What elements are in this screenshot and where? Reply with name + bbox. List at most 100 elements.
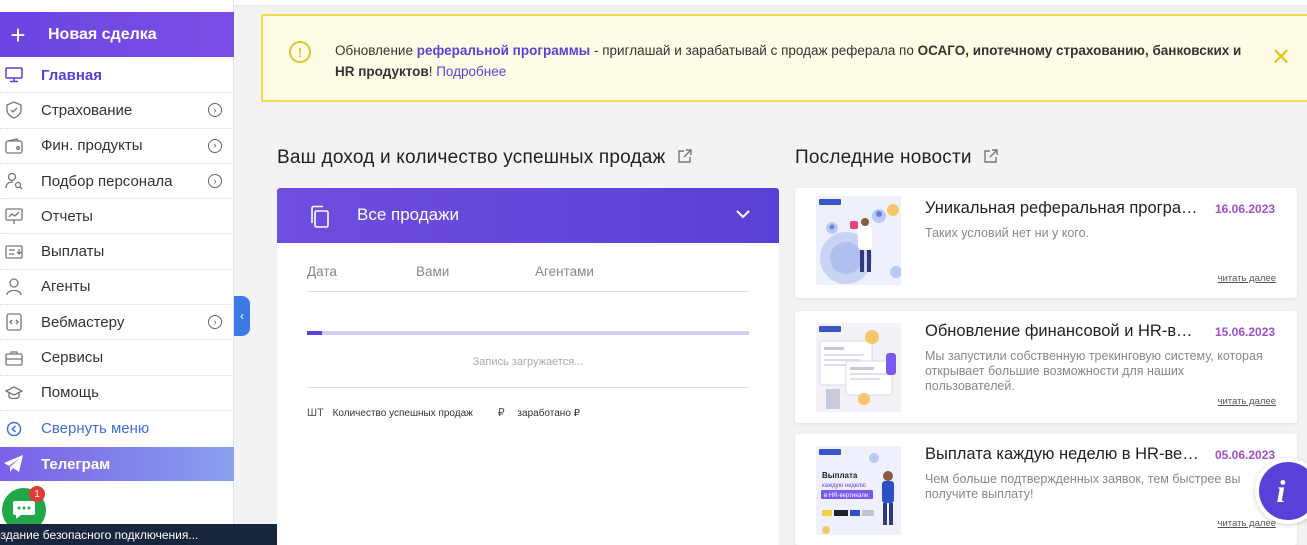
legend-currency: ₽ (497, 407, 505, 419)
chevron-right-icon: › (208, 138, 222, 153)
legend-unit: ШТ (307, 407, 324, 419)
sidebar-item-label: Помощь (41, 384, 99, 402)
plus-icon: + (10, 19, 26, 50)
monitor-icon (2, 65, 26, 85)
sidebar-item-collapse-menu[interactable]: Свернуть меню (0, 411, 234, 446)
news-description: Таких условий нет ни у кого. (925, 226, 1090, 240)
sidebar-item-label: Страхование (41, 101, 133, 119)
legend-earned-label: заработано ₽ (517, 408, 581, 419)
read-more-link[interactable]: читать далее (1218, 518, 1276, 529)
news-date: 15.06.2023 (1215, 325, 1276, 339)
status-text: оздание безопасного подключения... (0, 527, 199, 542)
code-window-icon (2, 312, 26, 332)
read-more-link[interactable]: читать далее (1218, 396, 1276, 407)
sales-table-header: Дата Вами Агентами (307, 264, 749, 292)
sidebar-item-help[interactable]: Помощь (0, 376, 234, 411)
sidebar-item-label: Подбор персонала (41, 172, 173, 190)
user-search-icon (2, 171, 26, 191)
sidebar-item-agents[interactable]: Агенты (0, 270, 234, 306)
invoice-icon (2, 242, 26, 262)
sidebar-item-label: Главная (41, 66, 103, 84)
telegram-button[interactable]: Телеграм (0, 447, 234, 481)
divider (307, 387, 749, 388)
sidebar-item-main[interactable]: Главная (0, 58, 234, 94)
news-section-title: Последние новости (795, 147, 999, 170)
telegram-icon (2, 455, 26, 473)
sidebar-item-services[interactable]: Сервисы (0, 340, 234, 376)
sidebar-item-label: Сервисы (41, 349, 104, 367)
chat-unread-badge: 1 (29, 486, 45, 502)
referral-banner: ! Обновление реферальной программы - при… (261, 14, 1307, 102)
alert-circle-icon: ! (289, 41, 311, 63)
briefcase-icon (2, 348, 26, 368)
sidebar-item-payouts[interactable]: Выплаты (0, 234, 234, 270)
news-title[interactable]: Выплата каждую неделю в HR-вертикали (925, 445, 1200, 464)
chevron-right-icon: › (208, 315, 222, 330)
new-deal-button[interactable]: + Новая сделка (0, 12, 234, 57)
news-thumbnail (816, 196, 901, 285)
external-link-icon[interactable] (983, 148, 999, 170)
sidebar-item-recruitment[interactable]: Подбор персонала › (0, 164, 234, 200)
sidebar-item-webmaster[interactable]: Вебмастеру › (0, 305, 234, 341)
sidebar-item-fin-products[interactable]: Фин. продукты › (0, 129, 234, 164)
income-title-text: Ваш доход и количество успешных продаж (277, 147, 666, 168)
news-thumbnail (816, 323, 901, 412)
sidebar-menu: Главная Страхование › Фин. продукты › По… (0, 58, 234, 446)
sales-filter-dropdown[interactable]: Все продажи (277, 188, 779, 243)
thumb-text: каждую неделю (822, 483, 866, 489)
news-title[interactable]: Обновление финансовой и HR-вертикали (925, 322, 1200, 341)
chevron-right-icon: › (208, 103, 222, 118)
banner-text: Обновление реферальной программы - пригл… (335, 40, 1255, 82)
external-link-icon[interactable] (677, 148, 693, 170)
column-date: Дата (307, 264, 337, 279)
sidebar-item-label: Вебмастеру (41, 313, 125, 331)
thumb-text: в HR-вертикали (824, 493, 868, 499)
telegram-label: Телеграм (41, 455, 111, 473)
sidebar-item-label: Отчеты (41, 207, 93, 225)
news-card[interactable]: Уникальная реферальная программа 16.06.2… (795, 188, 1297, 298)
sidebar-item-label: Фин. продукты (41, 137, 143, 155)
banner-prefix: Обновление (335, 43, 417, 58)
chat-icon (13, 501, 35, 519)
sidebar-item-label: Агенты (41, 278, 91, 296)
news-card[interactable]: Выплата каждую неделю в HR-вертикали Вып… (795, 434, 1297, 545)
sidebar-item-reports[interactable]: Отчеты (0, 199, 234, 235)
sidebar-item-label: Выплаты (41, 243, 105, 261)
loading-progress-fill (307, 331, 323, 335)
news-description: Мы запустили собственную трекинговую сис… (925, 349, 1263, 393)
read-more-link[interactable]: читать далее (1218, 273, 1276, 284)
circle-chevron-left-icon (2, 419, 26, 439)
chevron-right-icon: › (208, 174, 222, 189)
legend-count-label: Количество успешных продаж (332, 408, 473, 419)
info-icon: i (1276, 472, 1286, 509)
news-thumbnail: Выплата каждую неделю в HR-вертикали (816, 446, 901, 535)
loading-text: Запись загружается... (472, 356, 584, 368)
news-title[interactable]: Уникальная реферальная программа (925, 199, 1200, 218)
news-description: Чем больше подтвержденных заявок, тем бы… (925, 472, 1241, 501)
presentation-icon (2, 206, 26, 226)
sidebar: + Новая сделка Главная Страхование › Фин… (0, 0, 234, 545)
news-title-text: Последние новости (795, 147, 972, 168)
person-icon (2, 277, 26, 297)
more-link[interactable]: Подробнее (436, 64, 506, 79)
column-agents: Агентами (535, 264, 594, 279)
new-deal-label: Новая сделка (48, 25, 157, 43)
column-self: Вами (416, 264, 450, 279)
news-card[interactable]: Обновление финансовой и HR-вертикали 15.… (795, 311, 1297, 423)
news-date: 16.06.2023 (1215, 202, 1276, 216)
sidebar-collapse-handle[interactable]: ‹ (234, 296, 250, 336)
loading-progress-bar (307, 331, 749, 335)
sidebar-item-label: Свернуть меню (41, 420, 150, 438)
graduation-cap-icon (2, 383, 26, 403)
sales-filter-label: Все продажи (357, 205, 459, 224)
wallet-icon (2, 136, 26, 156)
banner-middle: - приглашай и зарабатывай с продаж рефер… (590, 43, 918, 58)
thumb-text: Выплата (822, 471, 858, 480)
copy-icon (308, 205, 330, 234)
referral-program-link[interactable]: реферальной программы (417, 43, 591, 58)
close-icon[interactable]: ✕ (1271, 46, 1291, 70)
income-section-title: Ваш доход и количество успешных продаж (277, 147, 693, 170)
sidebar-item-insurance[interactable]: Страхование › (0, 93, 234, 129)
news-date: 05.06.2023 (1215, 448, 1276, 462)
chevron-down-icon (735, 206, 751, 227)
